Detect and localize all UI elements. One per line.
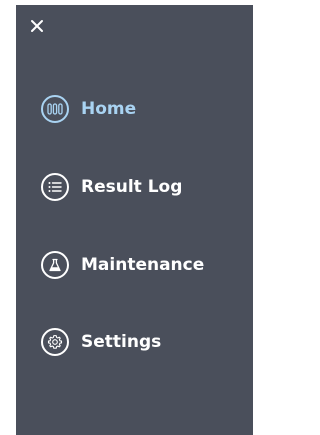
nav-item-home-label: Home: [81, 99, 137, 119]
nav-item-maintenance-label: Maintenance: [81, 255, 205, 275]
navigation-drawer: Home Result Log Maintenance Settings: [16, 5, 253, 435]
close-button[interactable]: [27, 16, 47, 36]
nav-item-settings-label: Settings: [81, 332, 162, 352]
nav-item-settings[interactable]: Settings: [41, 325, 161, 359]
list-icon: [41, 173, 69, 201]
nav-item-result-log[interactable]: Result Log: [41, 170, 182, 204]
nav-item-home[interactable]: Home: [41, 92, 136, 126]
test-tubes-icon: [41, 95, 69, 123]
close-icon: [31, 20, 43, 32]
nav-item-result-log-label: Result Log: [81, 177, 183, 197]
flask-icon: [41, 251, 69, 279]
nav-item-maintenance[interactable]: Maintenance: [41, 248, 204, 282]
gear-icon: [41, 328, 69, 356]
